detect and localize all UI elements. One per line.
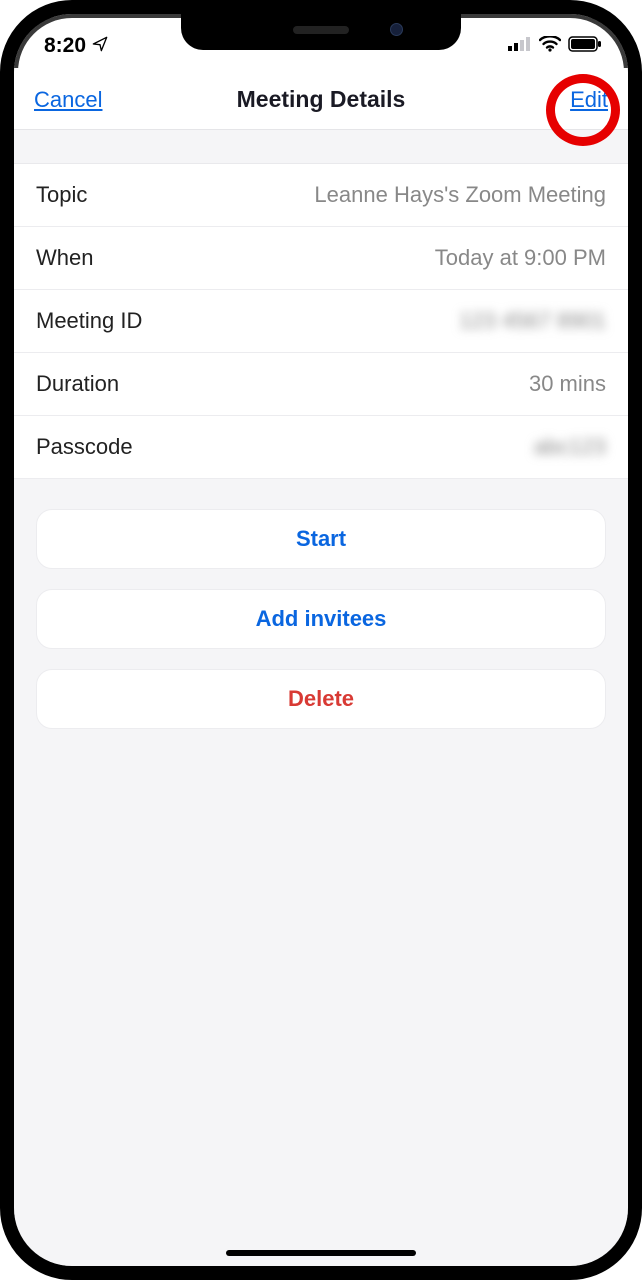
meeting-id-value: 123 4567 8901 (459, 308, 606, 334)
row-duration: Duration 30 mins (14, 353, 628, 416)
navigation-bar: Cancel Meeting Details Edit (14, 68, 628, 130)
actions-section: Start Add invitees Delete (14, 479, 628, 749)
status-time: 8:20 (44, 34, 86, 58)
location-arrow-icon (92, 34, 108, 58)
wifi-icon (539, 36, 561, 57)
meeting-details-list: Topic Leanne Hays's Zoom Meeting When To… (14, 164, 628, 479)
device-notch (181, 14, 461, 50)
cancel-button[interactable]: Cancel (34, 87, 114, 113)
when-label: When (36, 245, 93, 271)
row-passcode: Passcode abc123 (14, 416, 628, 479)
page-title: Meeting Details (114, 86, 528, 113)
passcode-label: Passcode (36, 434, 133, 460)
start-button[interactable]: Start (36, 509, 606, 569)
row-when: When Today at 9:00 PM (14, 227, 628, 290)
duration-label: Duration (36, 371, 119, 397)
front-camera (390, 23, 403, 36)
meeting-id-label: Meeting ID (36, 308, 142, 334)
section-gap (14, 130, 628, 164)
home-indicator[interactable] (226, 1250, 416, 1256)
add-invitees-button[interactable]: Add invitees (36, 589, 606, 649)
row-topic: Topic Leanne Hays's Zoom Meeting (14, 164, 628, 227)
row-meeting-id: Meeting ID 123 4567 8901 (14, 290, 628, 353)
topic-label: Topic (36, 182, 87, 208)
topic-value: Leanne Hays's Zoom Meeting (314, 182, 606, 208)
delete-button[interactable]: Delete (36, 669, 606, 729)
passcode-value: abc123 (534, 434, 606, 460)
speaker-slot (293, 26, 349, 34)
edit-button[interactable]: Edit (528, 87, 608, 113)
cellular-signal-icon (508, 37, 532, 56)
phone-frame: 8:20 (0, 0, 642, 1280)
duration-value: 30 mins (529, 371, 606, 397)
when-value: Today at 9:00 PM (435, 245, 606, 271)
content-fill (14, 749, 628, 1266)
battery-icon (568, 36, 602, 57)
